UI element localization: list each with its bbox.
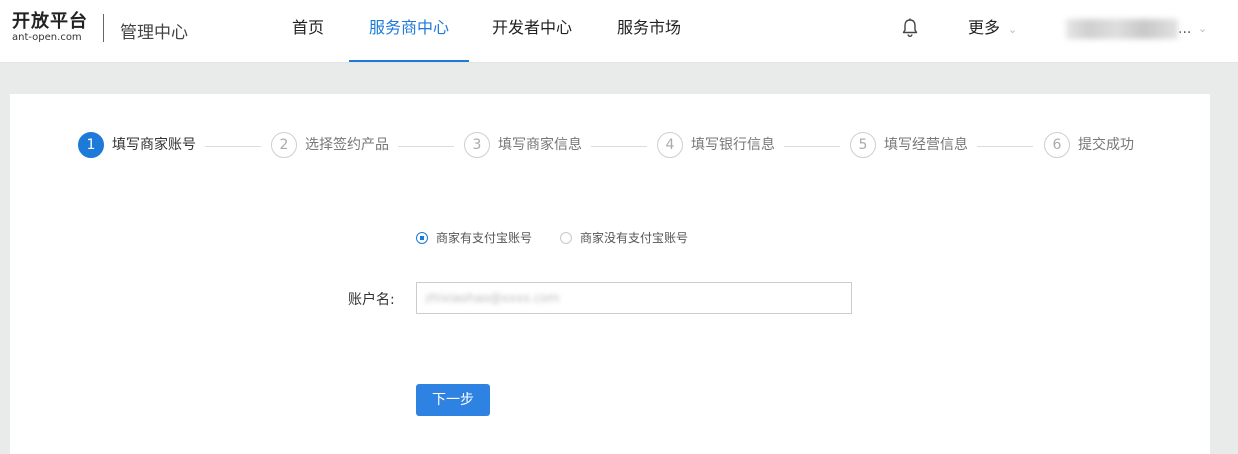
step-label: 选择签约产品: [305, 137, 389, 153]
account-name-label: 账户名:: [348, 292, 395, 308]
user-name-redacted: [1066, 19, 1178, 39]
step-label: 提交成功: [1078, 137, 1134, 153]
chevron-down-icon: ⌄: [1008, 23, 1018, 36]
nav-service-market[interactable]: 服务市场: [617, 0, 681, 60]
account-name-input[interactable]: zhixiaohao@xxxx.com: [416, 282, 852, 314]
step-number: 3: [464, 132, 490, 158]
step-label: 填写商家信息: [498, 137, 582, 153]
logo-domain: ant-open.com: [12, 32, 82, 43]
radio-indicator: [416, 232, 428, 244]
nav-service-provider-center[interactable]: 服务商中心: [349, 0, 469, 62]
logo[interactable]: 开放平台 ant-open.com: [12, 12, 88, 44]
more-menu[interactable]: 更多 ⌄: [968, 0, 1017, 56]
nav-developer-center[interactable]: 开发者中心: [492, 0, 572, 60]
console-title: 管理中心: [120, 23, 188, 43]
step-connector: [205, 146, 261, 147]
logo-title: 开放平台: [12, 11, 88, 32]
step-label: 填写商家账号: [112, 137, 196, 153]
radio-label: 商家没有支付宝账号: [580, 231, 689, 245]
radio-label: 商家有支付宝账号: [436, 231, 533, 245]
step-number: 4: [657, 132, 683, 158]
user-name-ellipsis: ...: [1178, 21, 1192, 37]
step-connector: [398, 146, 454, 147]
radio-indicator: [560, 232, 572, 244]
account-name-value: zhixiaohao@xxxx.com: [425, 291, 560, 305]
more-label: 更多: [968, 18, 1001, 37]
user-account-menu[interactable]: ...: [1066, 18, 1191, 40]
bell-icon[interactable]: [900, 17, 920, 39]
onboarding-card: 1 填写商家账号 2 选择签约产品 3 填写商家信息 4 填写银行信息 5 填写…: [10, 94, 1210, 454]
step-number: 2: [271, 132, 297, 158]
step-connector: [977, 146, 1033, 147]
step-connector: [784, 146, 840, 147]
chevron-down-icon[interactable]: ⌄: [1198, 18, 1207, 40]
step-number: 6: [1044, 132, 1070, 158]
next-step-button[interactable]: 下一步: [416, 384, 490, 416]
step-number: 1: [78, 132, 104, 158]
step-number: 5: [850, 132, 876, 158]
step-label: 填写银行信息: [691, 137, 775, 153]
nav-home[interactable]: 首页: [292, 0, 324, 60]
step-connector: [591, 146, 647, 147]
top-navigation-bar: 开放平台 ant-open.com 管理中心 首页 服务商中心 开发者中心 服务…: [0, 0, 1238, 63]
logo-divider: [103, 14, 104, 42]
step-label: 填写经营信息: [884, 137, 968, 153]
